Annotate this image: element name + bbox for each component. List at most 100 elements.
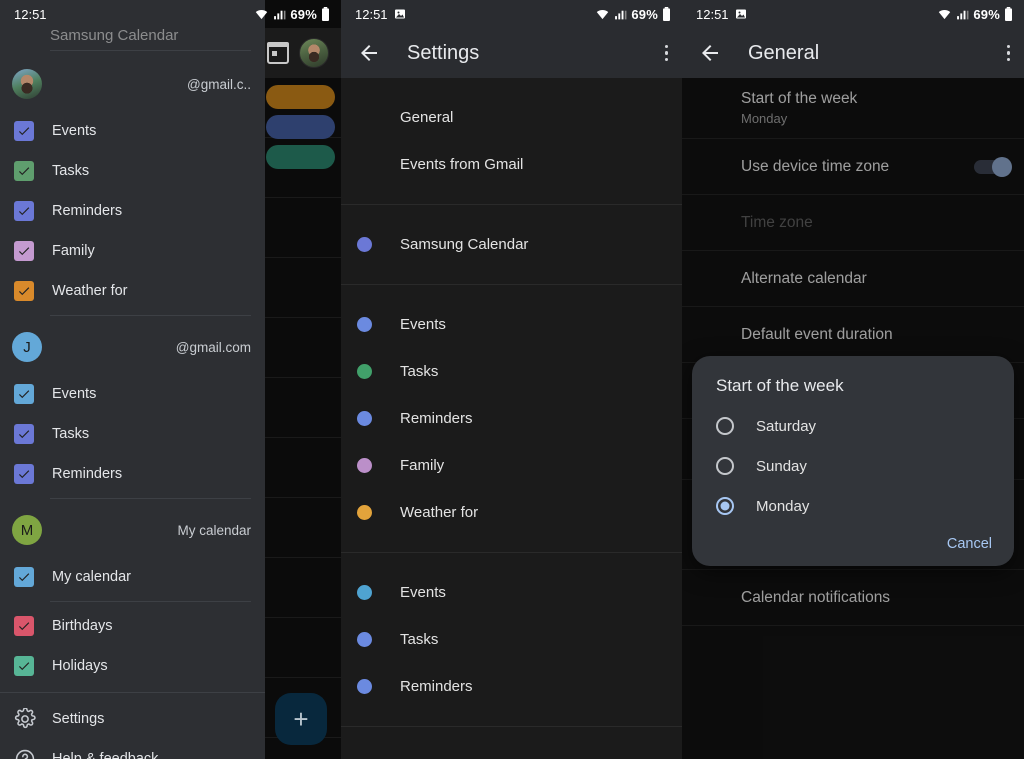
battery-icon [321, 7, 330, 21]
status-bar-right: 12:51 69% [682, 0, 1024, 28]
drawer-calendar-row[interactable]: Tasks [0, 151, 265, 191]
calendar-checkbox[interactable] [14, 161, 34, 181]
battery-percent: 69% [631, 6, 658, 22]
overflow-menu-icon[interactable] [664, 44, 668, 62]
status-bar-left-group: 12:51 [696, 7, 747, 22]
status-time: 12:51 [14, 6, 47, 22]
drawer-calendar-row[interactable]: Events [0, 374, 265, 414]
cancel-button[interactable]: Cancel [947, 536, 992, 552]
drawer-calendar-row[interactable]: Reminders [0, 454, 265, 494]
drawer-calendar-row[interactable]: Events [0, 111, 265, 151]
drawer-account-row[interactable]: @gmail.c.. [0, 57, 265, 111]
radio-button[interactable] [716, 417, 734, 435]
status-bar-left: 12:51 69% [0, 0, 341, 28]
account-avatar[interactable] [299, 38, 329, 68]
drawer-divider [0, 692, 265, 693]
calendar-label: Family [52, 243, 95, 259]
calendar-settings-row[interactable]: Tasks [341, 616, 682, 663]
calendar-checkbox[interactable] [14, 121, 34, 141]
status-bar-left-group: 12:51 [14, 7, 47, 22]
account-name-label: Samsung Calendar [400, 236, 529, 253]
back-arrow-icon[interactable] [698, 41, 722, 65]
calendar-checkbox[interactable] [14, 567, 34, 587]
drawer-calendar-row[interactable]: Holidays [0, 646, 265, 686]
drawer-calendar-row[interactable]: Weather for [0, 271, 265, 311]
overflow-menu-icon[interactable] [1006, 44, 1010, 62]
calendar-settings-row[interactable]: Events [341, 569, 682, 616]
calendar-date-icon[interactable] [267, 42, 289, 64]
calendar-color-dot [357, 679, 372, 694]
settings-row[interactable]: General [341, 94, 682, 141]
settings-row[interactable]: Events from Gmail [341, 141, 682, 188]
drawer-account-row[interactable]: M My calendar [0, 503, 265, 557]
calendar-checkbox[interactable] [14, 616, 34, 636]
status-bar-right-group: 69% [937, 7, 1013, 22]
calendar-label: Weather for [52, 283, 128, 299]
calendar-checkbox[interactable] [14, 464, 34, 484]
calendar-settings-row[interactable]: Family [341, 442, 682, 489]
drawer-calendar-row[interactable]: Reminders [0, 191, 265, 231]
drawer-menu-label: Help & feedback [52, 751, 159, 759]
drawer-calendar-row[interactable]: Birthdays [0, 606, 265, 646]
account-email: @gmail.c.. [187, 76, 251, 92]
drawer-menu-item[interactable]: Settings [0, 699, 265, 739]
status-bar-right-group: 69% [595, 7, 671, 22]
calendar-checkbox[interactable] [14, 424, 34, 444]
dialog-option[interactable]: Sunday [692, 446, 1014, 486]
event-chip-list [266, 85, 335, 175]
calendar-checkbox[interactable] [14, 656, 34, 676]
drawer-calendar-row[interactable]: Family [0, 231, 265, 271]
dialog-option[interactable]: Saturday [692, 406, 1014, 446]
help-circle-icon [14, 748, 36, 759]
image-icon [735, 8, 747, 20]
radio-button[interactable] [716, 497, 734, 515]
back-arrow-icon[interactable] [357, 41, 381, 65]
image-icon [394, 8, 406, 20]
settings-section: Events Tasks Reminders Family Weather for [341, 285, 682, 553]
start-of-week-dialog: Start of the week Saturday Sunday Monday C… [692, 356, 1014, 566]
create-event-fab[interactable]: + [275, 693, 327, 745]
calendar-name-label: Events [400, 316, 446, 333]
general-settings-list: Start of the week Monday Use device time z… [682, 78, 1024, 759]
settings-appbar: Settings [341, 28, 682, 78]
calendar-checkbox[interactable] [14, 281, 34, 301]
calendar-label: Events [52, 386, 97, 402]
calendar-settings-row[interactable]: Tasks [341, 348, 682, 395]
radio-button[interactable] [716, 457, 734, 475]
settings-section: Samsung Calendar [341, 205, 682, 285]
calendar-checkbox[interactable] [14, 241, 34, 261]
event-chip [266, 85, 335, 109]
drawer-calendar-row[interactable]: My calendar [0, 557, 265, 597]
wifi-icon [937, 8, 952, 21]
calendar-settings-row[interactable]: Weather for [341, 489, 682, 536]
drawer-calendar-row[interactable]: Tasks [0, 414, 265, 454]
drawer-divider [50, 498, 251, 499]
dialog-option[interactable]: Monday [692, 486, 1014, 526]
calendar-color-dot [357, 505, 372, 520]
drawer-menu-item[interactable]: Help & feedback [0, 739, 265, 759]
status-time: 12:51 [355, 6, 388, 22]
settings-section: My calendar [341, 727, 682, 759]
calendar-settings-row[interactable]: Reminders [341, 395, 682, 442]
status-time: 12:51 [696, 6, 729, 22]
panel-settings: 12:51 69% Settings General Events from G… [341, 0, 682, 759]
calendar-checkbox[interactable] [14, 384, 34, 404]
account-header-row[interactable]: Samsung Calendar [341, 221, 682, 268]
avatar: J [12, 332, 42, 362]
account-email: My calendar [177, 522, 251, 538]
signal-icon [614, 8, 627, 21]
fab-plus-label: + [293, 703, 309, 734]
settings-section: Events Tasks Reminders [341, 553, 682, 727]
calendar-checkbox[interactable] [14, 201, 34, 221]
calendar-settings-row[interactable]: My calendar [341, 743, 682, 759]
drawer-divider [50, 315, 251, 316]
calendar-settings-row[interactable]: Reminders [341, 663, 682, 710]
three-phone-screenshots: + Samsung Calendar @gmail.c.. Events Tasks… [0, 0, 1024, 759]
battery-percent: 69% [290, 6, 317, 22]
battery-icon [662, 7, 671, 21]
calendar-color-dot [357, 364, 372, 379]
calendar-color-dot [357, 317, 372, 332]
battery-icon [1004, 7, 1013, 21]
drawer-account-row[interactable]: J @gmail.com [0, 320, 265, 374]
calendar-settings-row[interactable]: Events [341, 301, 682, 348]
